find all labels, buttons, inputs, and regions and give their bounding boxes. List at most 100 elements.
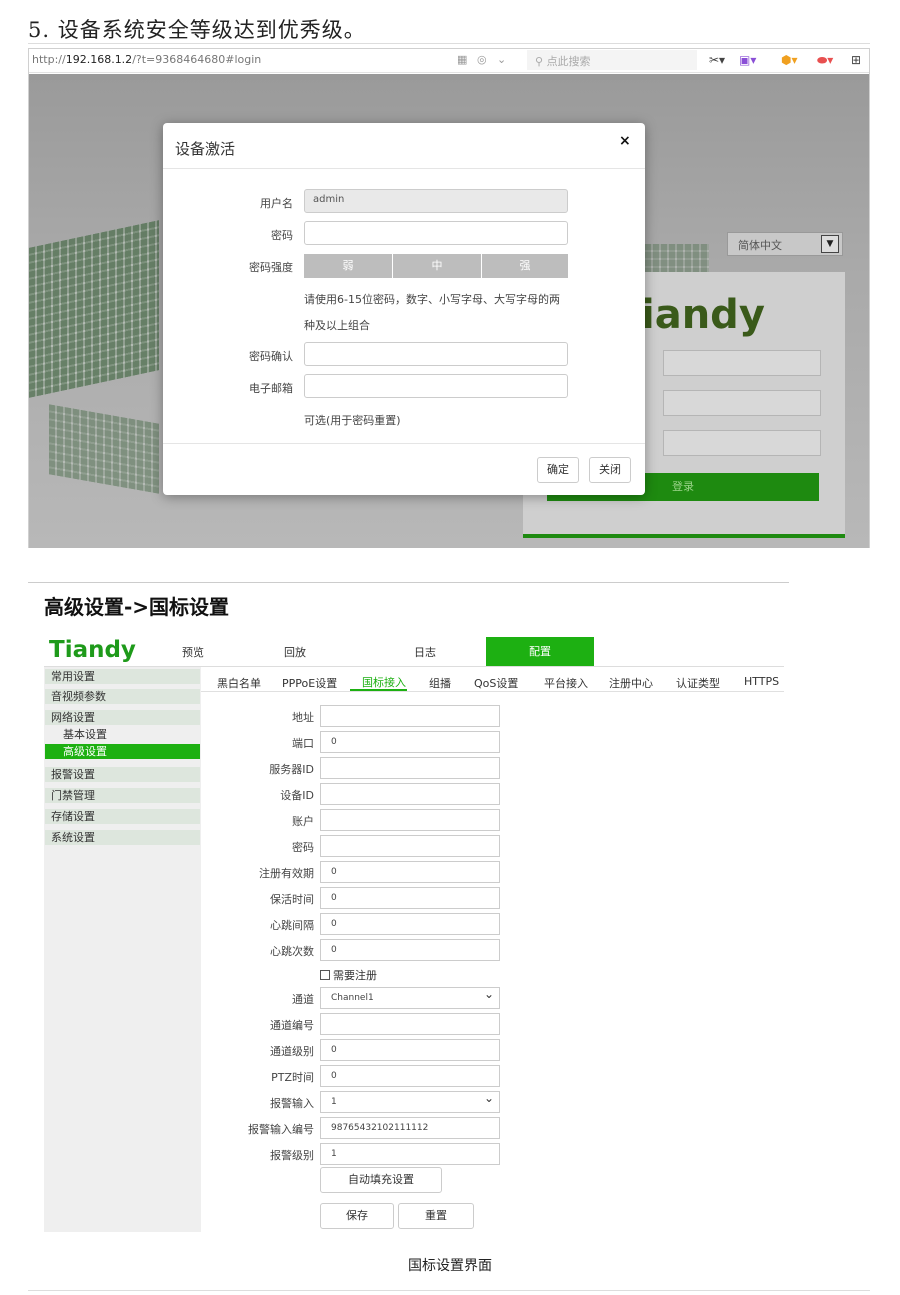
server-id-input[interactable] [320, 757, 500, 779]
email-hint: 可选(用于密码重置) [304, 414, 401, 427]
strength-medium: 中 [393, 254, 481, 278]
game-icon[interactable]: ⬬▾ [817, 53, 833, 68]
channel-level-label: 通道级别 [270, 1045, 314, 1058]
sidebar-item-advanced[interactable]: 高级设置 [45, 744, 200, 759]
strength-strong: 强 [482, 254, 568, 278]
device-id-label: 设备ID [280, 789, 314, 802]
nav-playback[interactable]: 回放 [284, 644, 306, 660]
chevron-down-icon[interactable]: ▼ [821, 235, 839, 253]
ptz-time-label: PTZ时间 [271, 1071, 314, 1084]
sidebar-item-alarm[interactable]: 报警设置 [45, 767, 200, 782]
channel-no-label: 通道编号 [270, 1019, 314, 1032]
sidebar-item-av-params[interactable]: 音视频参数 [45, 689, 200, 704]
reset-button[interactable]: 重置 [398, 1203, 474, 1229]
scissors-icon[interactable]: ✂▾ [709, 53, 725, 67]
tab-auth-type[interactable]: 认证类型 [676, 675, 720, 691]
ptz-time-input[interactable]: 0 [320, 1065, 500, 1087]
sidebar-item-network[interactable]: 网络设置 [45, 710, 200, 725]
sidebar-item-system[interactable]: 系统设置 [45, 830, 200, 845]
channel-no-input[interactable] [320, 1013, 500, 1035]
alarm-input-select[interactable]: 1 [320, 1091, 500, 1113]
password-input[interactable] [320, 835, 500, 857]
compat-mode-icon[interactable]: ◎ [477, 53, 487, 66]
tab-multicast[interactable]: 组播 [429, 675, 451, 691]
account-input[interactable] [320, 809, 500, 831]
alarm-level-input[interactable]: 1 [320, 1143, 500, 1165]
confirm-button[interactable]: 确定 [537, 457, 579, 483]
nav-preview[interactable]: 预览 [182, 644, 204, 660]
channel-select[interactable]: Channel1 [320, 987, 500, 1009]
chevron-down-icon[interactable]: ⌄ [497, 53, 506, 66]
tab-blacklist[interactable]: 黑白名单 [217, 675, 261, 691]
apps-grid-icon[interactable]: ⊞ [851, 53, 861, 67]
username-field[interactable]: admin [304, 189, 568, 213]
tab-pppoe[interactable]: PPPoE设置 [282, 675, 337, 691]
channel-label: 通道 [292, 993, 314, 1006]
url-text[interactable]: http://192.168.1.2/?t=9368464680#login [32, 53, 261, 66]
autofill-button[interactable]: 自动填充设置 [320, 1167, 442, 1193]
reg-validity-input[interactable]: 0 [320, 861, 500, 883]
account-label: 账户 [292, 815, 314, 828]
need-register-checkbox[interactable]: 需要注册 [320, 967, 377, 983]
shield-icon[interactable]: ⬢▾ [781, 53, 798, 67]
email-field[interactable] [304, 374, 568, 398]
close-button[interactable]: 关闭 [589, 457, 631, 483]
section-divider [28, 582, 789, 583]
strength-weak: 弱 [304, 254, 392, 278]
decorative-cube-map [29, 220, 159, 398]
tab-divider [201, 691, 784, 692]
dialog-divider [163, 168, 645, 169]
alarm-level-label: 报警级别 [270, 1149, 314, 1162]
sidebar: 常用设置 音视频参数 网络设置 基本设置 高级设置 报警设置 门禁管理 存储设置… [44, 667, 201, 1232]
alarm-input-no-label: 报警输入编号 [248, 1123, 314, 1136]
login-username-input[interactable] [663, 350, 821, 376]
config-app: Tiandy 预览 回放 日志 配置 常用设置 音视频参数 网络设置 基本设置 … [44, 635, 784, 1232]
figure-caption: 国标设置界面 [408, 1258, 492, 1274]
tab-registry[interactable]: 注册中心 [609, 675, 653, 691]
password-label: 密码 [292, 841, 314, 854]
sidebar-item-storage[interactable]: 存储设置 [45, 809, 200, 824]
username-label: 用户名 [260, 197, 293, 210]
dialog-divider [163, 443, 645, 444]
tab-qos[interactable]: QoS设置 [474, 675, 518, 691]
tab-gb-access[interactable]: 国标接入 [362, 674, 406, 690]
qr-code-icon[interactable]: ▦ [457, 53, 467, 66]
password-field[interactable] [304, 221, 568, 245]
tab-https[interactable]: HTTPS [744, 675, 779, 688]
login-password-input[interactable] [663, 390, 821, 416]
checkbox-icon[interactable] [320, 970, 330, 980]
heartbeat-count-input[interactable]: 0 [320, 939, 500, 961]
address-input[interactable] [320, 705, 500, 727]
server-id-label: 服务器ID [269, 763, 314, 776]
activation-dialog: 设备激活 × 用户名 admin 密码 密码强度 弱 中 强 请使用6-15位密… [163, 123, 645, 495]
save-button[interactable]: 保存 [320, 1203, 394, 1229]
translate-icon[interactable]: ▣▾ [739, 53, 756, 67]
language-select[interactable]: 简体中文 ▼ [727, 232, 843, 256]
sidebar-item-basic[interactable]: 基本设置 [45, 727, 200, 742]
password-label: 密码 [271, 229, 293, 242]
login-captcha-input[interactable] [663, 430, 821, 456]
nav-config[interactable]: 配置 [486, 637, 594, 666]
heartbeat-interval-label: 心跳间隔 [270, 919, 314, 932]
password-hint: 请使用6-15位密码，数字、小写字母、大写字母的两 [304, 293, 560, 306]
brand-logo: iandy [641, 292, 765, 338]
device-id-input[interactable] [320, 783, 500, 805]
url-host: 192.168.1.2 [65, 53, 133, 66]
browser-search-input[interactable]: ⚲ 点此搜索 [527, 50, 697, 70]
port-label: 端口 [292, 737, 314, 750]
port-input[interactable]: 0 [320, 731, 500, 753]
close-icon[interactable]: × [619, 133, 631, 149]
nav-log[interactable]: 日志 [414, 644, 436, 660]
search-icon: ⚲ [535, 55, 547, 68]
heading-divider [28, 43, 870, 44]
heartbeat-interval-input[interactable]: 0 [320, 913, 500, 935]
confirm-password-field[interactable] [304, 342, 568, 366]
sidebar-item-access[interactable]: 门禁管理 [45, 788, 200, 803]
keepalive-input[interactable]: 0 [320, 887, 500, 909]
address-bar[interactable]: http://192.168.1.2/?t=9368464680#login ▦… [29, 49, 869, 73]
tab-platform[interactable]: 平台接入 [544, 675, 588, 691]
channel-level-input[interactable]: 0 [320, 1039, 500, 1061]
alarm-input-no-input[interactable]: 98765432102111112 [320, 1117, 500, 1139]
sidebar-item-common[interactable]: 常用设置 [45, 669, 200, 684]
password-hint: 种及以上组合 [304, 319, 370, 332]
